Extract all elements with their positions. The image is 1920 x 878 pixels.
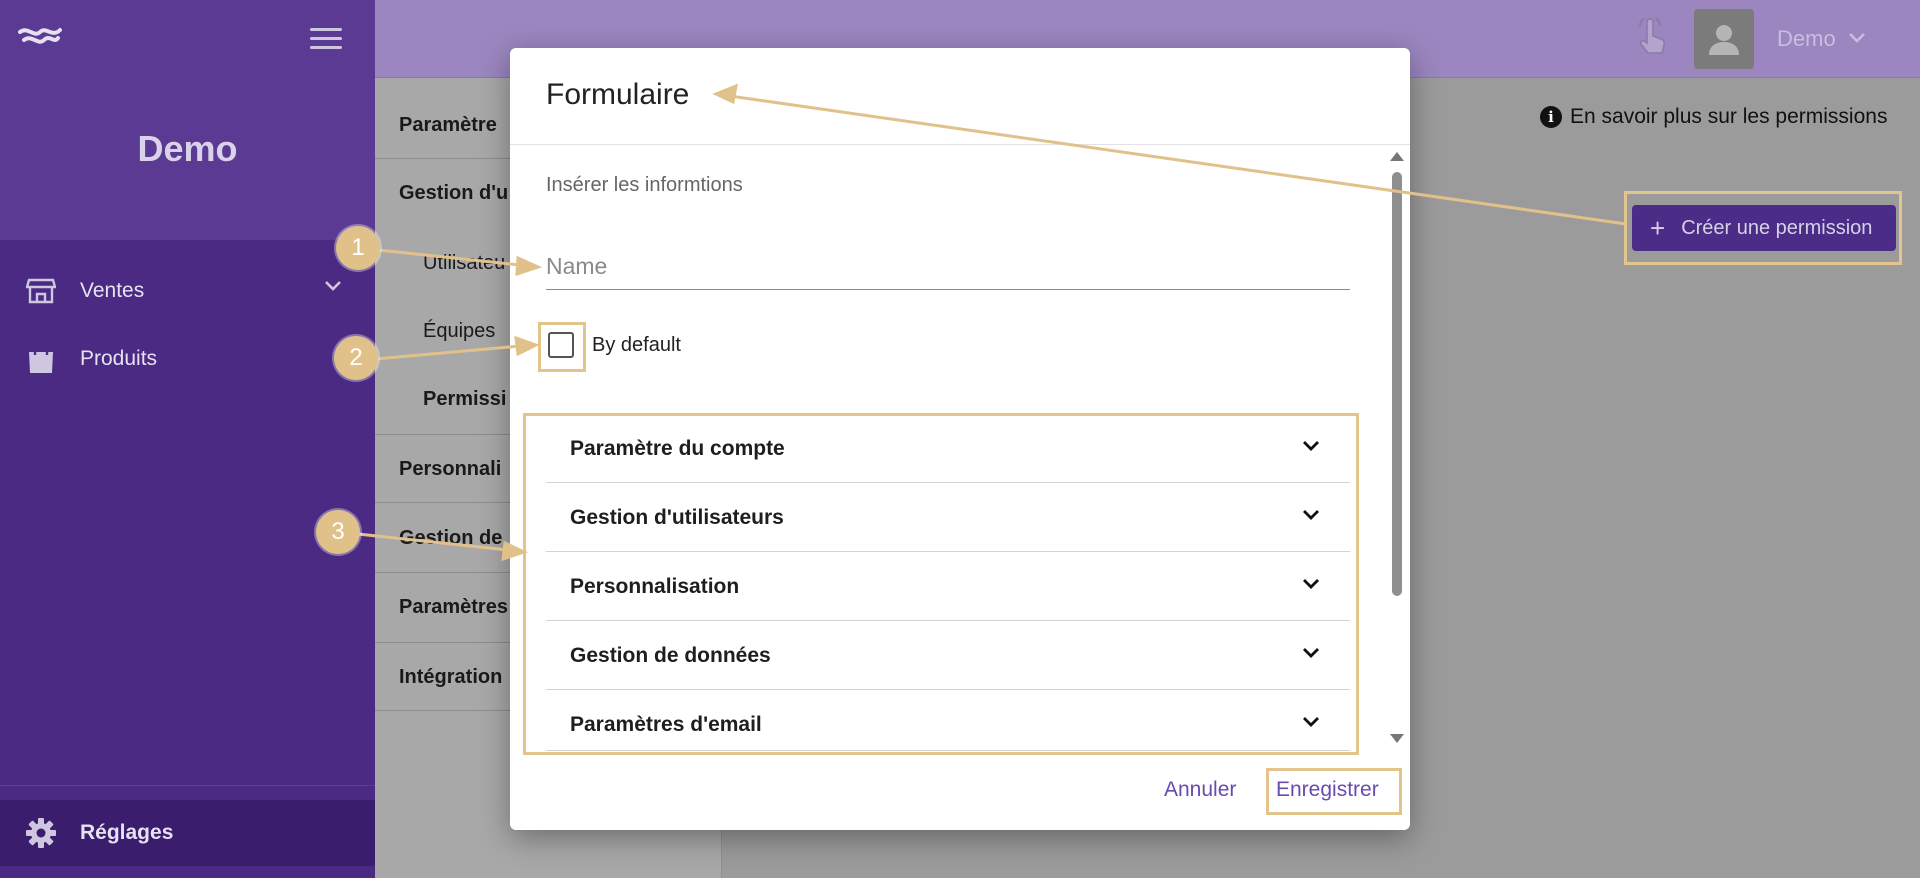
sidebar-item-produits[interactable]: Produits xyxy=(0,329,375,389)
name-input[interactable] xyxy=(546,244,1350,290)
store-icon xyxy=(24,274,58,308)
highlight-checkbox xyxy=(538,322,586,372)
sidebar-item-ventes[interactable]: Ventes xyxy=(0,261,375,321)
highlight-save-button xyxy=(1266,768,1402,815)
user-icon xyxy=(1709,25,1739,55)
sidebar: Demo Ventes Produits Réglages xyxy=(0,0,375,878)
annotation-badge-1: 1 xyxy=(336,226,380,270)
scrollbar-thumb[interactable] xyxy=(1392,172,1402,596)
avatar[interactable] xyxy=(1694,9,1754,69)
chevron-down-icon[interactable] xyxy=(323,279,343,293)
modal-title: Formulaire xyxy=(546,78,690,111)
modal-header-divider xyxy=(510,144,1410,145)
chevron-down-icon[interactable] xyxy=(1848,32,1866,44)
touch-icon[interactable] xyxy=(1633,18,1669,58)
highlight-create-button xyxy=(1624,191,1902,265)
by-default-label: By default xyxy=(592,334,681,356)
sidebar-header: Demo xyxy=(0,0,375,240)
logo-icon[interactable] xyxy=(18,24,62,52)
brand-name: Demo xyxy=(137,128,238,169)
sidebar-divider xyxy=(0,785,375,786)
scroll-up-arrow[interactable] xyxy=(1390,152,1404,161)
menu-icon[interactable] xyxy=(310,28,342,52)
info-link-label: En savoir plus sur les permissions xyxy=(1570,105,1888,128)
cancel-button[interactable]: Annuler xyxy=(1164,778,1236,802)
shopping-bag-icon xyxy=(24,342,58,376)
modal-subtitle: Insérer les informtions xyxy=(546,174,743,196)
gear-icon xyxy=(24,816,58,850)
user-name[interactable]: Demo xyxy=(1777,26,1836,52)
sidebar-item-label: Réglages xyxy=(80,821,174,844)
info-icon: i xyxy=(1540,106,1562,128)
sidebar-item-reglages[interactable]: Réglages xyxy=(0,800,375,866)
scroll-down-arrow[interactable] xyxy=(1390,734,1404,743)
sidebar-item-label: Produits xyxy=(80,347,158,370)
info-link[interactable]: i En savoir plus sur les permissions xyxy=(1540,105,1887,129)
highlight-accordion xyxy=(523,413,1359,755)
sidebar-item-label: Ventes xyxy=(80,279,145,302)
annotation-badge-3: 3 xyxy=(316,510,360,554)
annotation-badge-2: 2 xyxy=(334,336,378,380)
